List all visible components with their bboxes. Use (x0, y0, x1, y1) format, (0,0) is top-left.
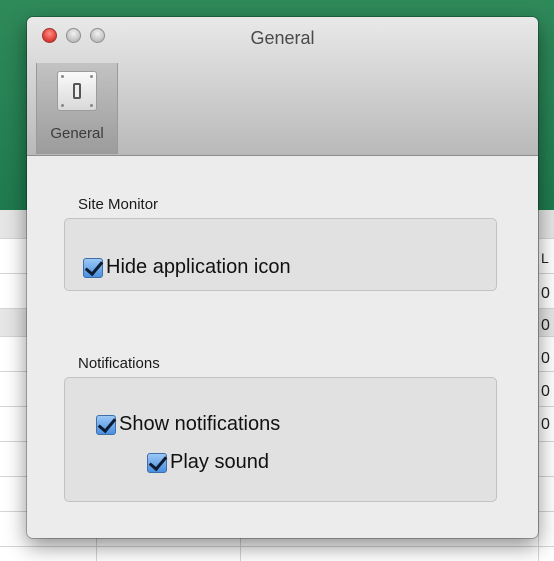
background-cell: 0 (541, 350, 550, 367)
section-title-notifications: Notifications (78, 355, 160, 372)
toggle-lever (73, 83, 81, 99)
hide-application-icon-checkbox[interactable] (83, 257, 103, 278)
play-sound-label: Play sound (170, 451, 269, 473)
background-column-header: L (541, 250, 549, 266)
screw-dot (90, 104, 93, 107)
play-sound-checkbox[interactable] (147, 452, 167, 473)
section-title-site-monitor: Site Monitor (78, 196, 159, 213)
show-notifications-label: Show notifications (119, 413, 281, 435)
preferences-window: General General Site Monitor Hide applic… (27, 17, 538, 538)
screw-dot (90, 75, 93, 78)
background-cell: 0 (541, 317, 550, 334)
background-cell: 0 (541, 416, 550, 433)
toolbar-item-label: General (50, 125, 104, 142)
show-notifications-option[interactable]: Show notifications (96, 413, 280, 436)
hide-application-icon-option[interactable]: Hide application icon (83, 256, 291, 279)
preferences-toolbar: General General (27, 17, 538, 156)
show-notifications-checkbox[interactable] (96, 414, 116, 435)
screw-dot (61, 75, 64, 78)
switch-icon (57, 71, 97, 111)
background-cell: 0 (541, 285, 550, 302)
grid-line (0, 546, 554, 547)
notifications-group: Show notifications Play sound (64, 377, 497, 502)
site-monitor-group: Hide application icon (64, 218, 497, 291)
screw-dot (61, 104, 64, 107)
background-cell: 0 (541, 383, 550, 400)
play-sound-option[interactable]: Play sound (147, 451, 269, 474)
toolbar-item-general[interactable]: General (36, 63, 118, 154)
column-line (538, 210, 539, 561)
hide-application-icon-label: Hide application icon (106, 256, 291, 278)
window-title: General (250, 28, 315, 48)
